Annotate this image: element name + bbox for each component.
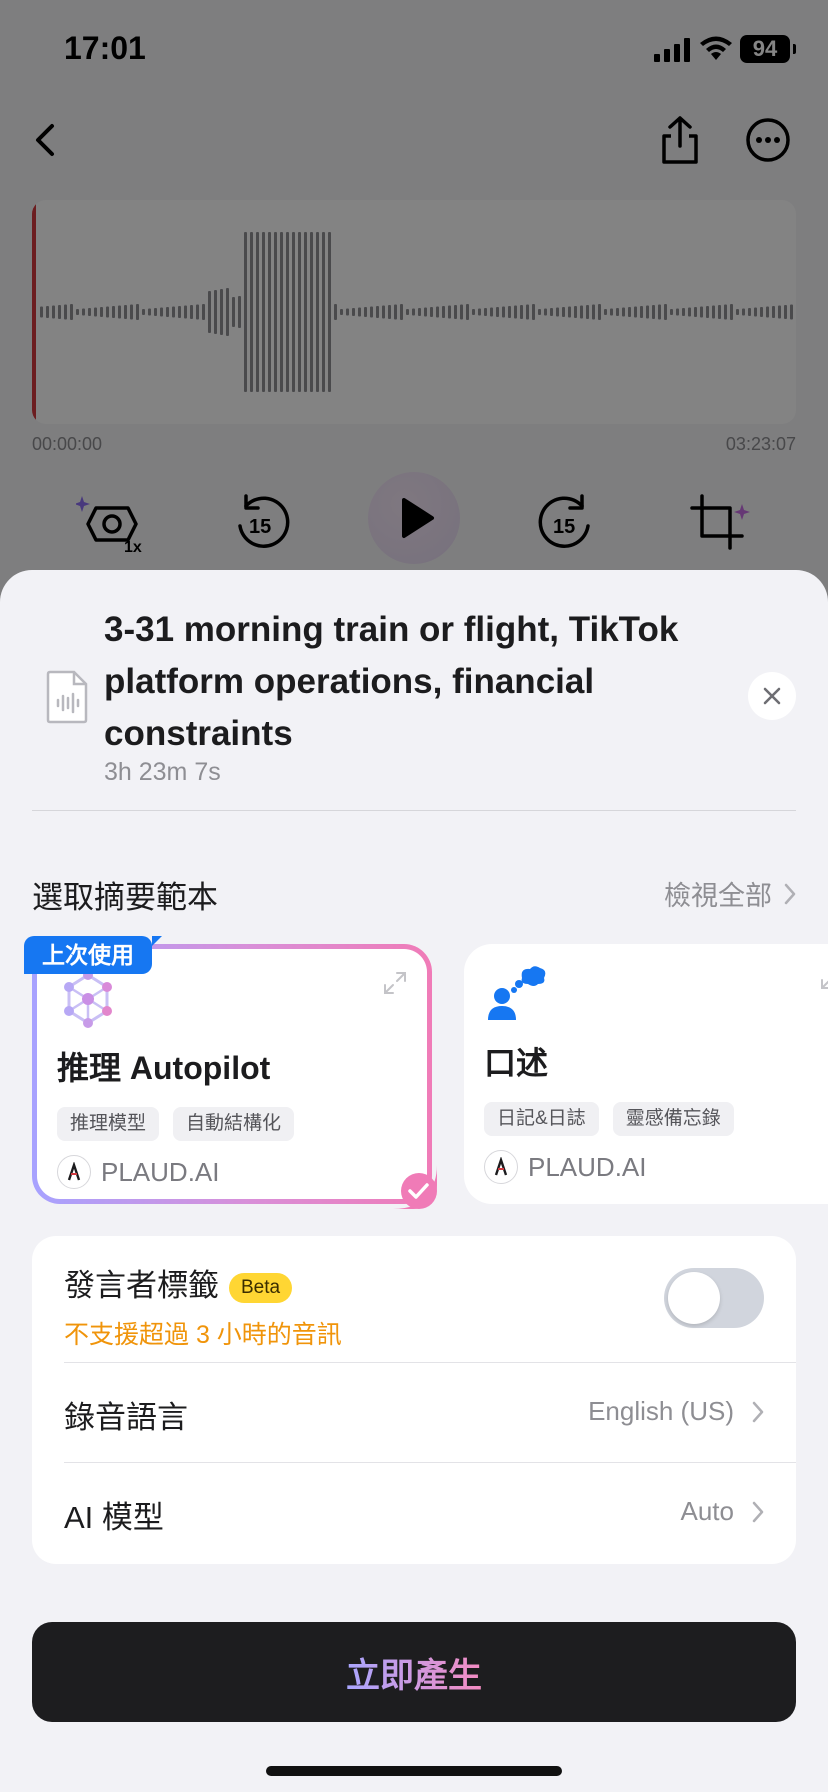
template-card-dictation[interactable]: 口述 日記&日誌 靈感備忘錄 PLAUD.AI bbox=[464, 944, 828, 1204]
template-author: PLAUD.AI bbox=[57, 1155, 220, 1189]
network-nodes-icon bbox=[64, 970, 112, 1028]
recording-duration: 3h 23m 7s bbox=[104, 758, 221, 786]
template-author: PLAUD.AI bbox=[484, 1150, 647, 1184]
template-tag: 自動結構化 bbox=[173, 1107, 295, 1141]
view-all-link[interactable]: 檢視全部 bbox=[664, 874, 796, 913]
close-icon bbox=[763, 687, 781, 705]
speaker-label-title: 發言者標籤 bbox=[64, 1268, 219, 1303]
generate-now-button[interactable]: 立即產生 bbox=[32, 1622, 796, 1722]
ai-model-label: AI 模型 bbox=[64, 1500, 164, 1535]
template-tag: 推理模型 bbox=[57, 1107, 160, 1141]
divider bbox=[32, 810, 796, 811]
template-tags: 日記&日誌 靈感備忘錄 bbox=[484, 1102, 734, 1136]
generate-label: 立即產生 bbox=[346, 1648, 482, 1697]
template-section-title: 選取摘要範本 bbox=[32, 880, 218, 915]
author-name: PLAUD.AI bbox=[101, 1156, 220, 1187]
audio-file-icon bbox=[46, 670, 88, 724]
ai-model-row[interactable]: AI 模型 Auto bbox=[32, 1462, 796, 1562]
view-all-label: 檢視全部 bbox=[664, 881, 772, 911]
summary-bottom-sheet: 3-31 morning train or flight, TikTok pla… bbox=[0, 570, 828, 1792]
speaking-person-icon bbox=[488, 966, 546, 1020]
template-tags: 推理模型 自動結構化 bbox=[57, 1107, 295, 1141]
plaud-logo-icon bbox=[57, 1155, 91, 1189]
chevron-right-icon bbox=[752, 1401, 764, 1422]
template-name: 口述 bbox=[484, 1045, 549, 1081]
template-tag: 日記&日誌 bbox=[484, 1102, 599, 1136]
expand-icon[interactable] bbox=[820, 966, 828, 990]
chevron-right-icon bbox=[784, 883, 796, 904]
language-value: English (US) bbox=[588, 1396, 734, 1426]
template-tag: 靈感備忘錄 bbox=[612, 1102, 734, 1136]
home-indicator bbox=[266, 1766, 562, 1776]
template-name: 推理 Autopilot bbox=[57, 1050, 271, 1086]
selected-check-icon bbox=[393, 1165, 437, 1209]
language-label: 錄音語言 bbox=[64, 1400, 188, 1435]
recording-title: 3-31 morning train or flight, TikTok pla… bbox=[104, 610, 679, 753]
author-name: PLAUD.AI bbox=[528, 1151, 647, 1182]
ai-model-value: Auto bbox=[680, 1496, 735, 1526]
last-used-badge: 上次使用 bbox=[24, 936, 162, 974]
beta-badge: Beta bbox=[229, 1272, 293, 1303]
template-card-autopilot[interactable]: 推理 Autopilot 推理模型 自動結構化 PLAUD.AI bbox=[32, 944, 437, 1209]
speaker-label-toggle[interactable] bbox=[664, 1268, 764, 1328]
toggle-knob bbox=[668, 1272, 720, 1324]
recording-language-row[interactable]: 錄音語言 English (US) bbox=[32, 1362, 796, 1462]
chevron-right-icon bbox=[752, 1501, 764, 1522]
close-button[interactable] bbox=[748, 672, 796, 720]
expand-icon[interactable] bbox=[383, 971, 407, 995]
plaud-logo-icon bbox=[484, 1150, 518, 1184]
generation-settings: 發言者標籤 Beta 不支援超過 3 小時的音訊 錄音語言 English (US… bbox=[32, 1236, 796, 1564]
